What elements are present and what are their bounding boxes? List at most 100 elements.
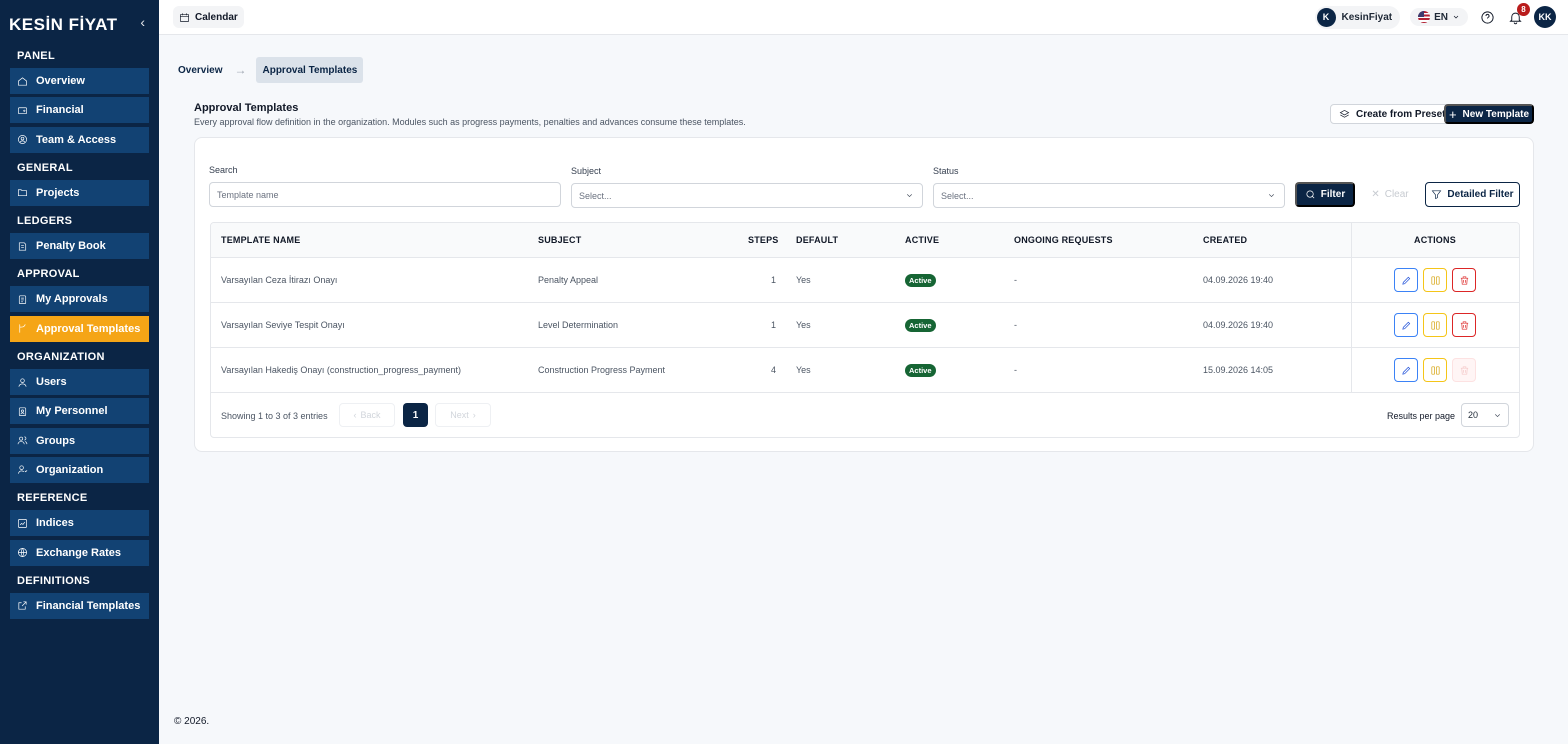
trash-icon xyxy=(1460,365,1468,375)
brand-logo[interactable]: KESİN FİYAT xyxy=(9,15,117,35)
subject-label: Subject xyxy=(571,166,602,176)
subject-select[interactable]: Select... xyxy=(571,183,923,208)
column-created[interactable]: CREATED xyxy=(1203,235,1247,245)
notifications-button[interactable]: 8 xyxy=(1506,3,1530,26)
notification-badge: 8 xyxy=(1517,3,1530,16)
sidebar-item-label: Overview xyxy=(36,75,85,87)
breadcrumb-overview-link[interactable]: Overview xyxy=(178,65,222,76)
organization-switcher[interactable]: K KesinFiyat xyxy=(1314,5,1401,29)
column-ongoing-requests[interactable]: ONGOING REQUESTS xyxy=(1014,235,1113,245)
table-row[interactable]: Varsayılan Ceza İtirazı Onayı Penalty App… xyxy=(211,258,1519,303)
column-default[interactable]: DEFAULT xyxy=(796,235,838,245)
chevron-right-icon: › xyxy=(472,410,476,420)
help-button[interactable] xyxy=(1478,8,1496,26)
sidebar-item-my-approvals[interactable]: My Approvals xyxy=(10,286,149,313)
edit-button[interactable] xyxy=(1394,358,1418,382)
steps-button[interactable] xyxy=(1423,358,1447,382)
sidebar-item-label: Financial Templates xyxy=(36,599,141,612)
calendar-button[interactable]: Calendar xyxy=(173,6,244,28)
filter-label: Filter xyxy=(1320,189,1346,200)
sidebar-item-label: Penalty Book xyxy=(36,240,106,253)
sidebar-item-approval-templates[interactable]: Approval Templates xyxy=(10,315,149,342)
columns-icon xyxy=(1430,275,1440,285)
detailed-filter-button[interactable]: Detailed Filter xyxy=(1425,182,1520,207)
active-status-badge: Active xyxy=(905,274,936,287)
page-description: Every approval flow definition in the or… xyxy=(194,117,746,127)
cell-default: Yes xyxy=(796,365,811,375)
filter-button[interactable]: Filter xyxy=(1295,182,1355,207)
column-template-name[interactable]: TEMPLATE NAME xyxy=(221,235,300,245)
user-circle-icon xyxy=(17,134,28,145)
sidebar-item-projects[interactable]: Projects xyxy=(10,179,149,206)
results-per-page-label: Results per page xyxy=(1387,411,1456,421)
sidebar-item-overview[interactable]: Overview xyxy=(10,68,149,94)
sidebar-item-label: Exchange Rates xyxy=(36,546,121,559)
sidebar-item-my-personnel[interactable]: My Personnel xyxy=(10,398,149,425)
trash-icon xyxy=(1460,320,1468,330)
sidebar-header: KESİN FİYAT ‹ xyxy=(0,0,159,44)
table-row[interactable]: Varsayılan Seviye Tespit Onayı Level Dete… xyxy=(211,303,1519,348)
funnel-icon xyxy=(1432,190,1442,200)
org-avatar: K xyxy=(1316,7,1336,27)
clear-button[interactable]: ✕ Clear xyxy=(1360,182,1420,207)
delete-button[interactable] xyxy=(1452,313,1476,337)
arrow-right-icon: → xyxy=(234,63,247,77)
clear-label: Clear xyxy=(1384,189,1409,200)
sidebar-item-financial[interactable]: Financial xyxy=(10,97,149,124)
column-actions: ACTIONS xyxy=(1414,235,1456,245)
columns-icon xyxy=(1430,320,1440,330)
page-title: Approval Templates xyxy=(194,102,299,114)
sidebar-item-indices[interactable]: Indices xyxy=(10,510,149,537)
active-status-badge: Active xyxy=(905,319,936,332)
new-template-button[interactable]: + New Template xyxy=(1444,104,1534,124)
edit-button[interactable] xyxy=(1394,268,1418,292)
steps-button[interactable] xyxy=(1423,313,1447,337)
sidebar-item-groups[interactable]: Groups xyxy=(10,427,149,454)
user-avatar[interactable]: KK xyxy=(1534,6,1556,28)
sidebar-item-penalty-book[interactable]: Penalty Book xyxy=(10,233,149,260)
column-active[interactable]: ACTIVE xyxy=(905,235,939,245)
table-footer: Showing 1 to 3 of 3 entries ‹ Back 1 Nex… xyxy=(211,393,1519,437)
sidebar-item-users[interactable]: Users xyxy=(10,369,149,396)
column-subject[interactable]: SUBJECT xyxy=(538,235,581,245)
breadcrumb-current: Approval Templates xyxy=(256,57,364,83)
git-branch-icon xyxy=(17,323,28,334)
table-header: TEMPLATE NAME SUBJECT STEPS DEFAULT ACTI… xyxy=(211,223,1519,258)
status-select[interactable]: Select... xyxy=(933,183,1285,208)
section-title-general: GENERAL xyxy=(17,161,73,174)
sidebar-nav: PANEL Overview Financial Team & Access GENER… xyxy=(0,44,159,619)
results-per-page-value: 20 xyxy=(1468,410,1479,420)
wallet-icon xyxy=(17,105,28,116)
sidebar-item-financial-templates[interactable]: Financial Templates xyxy=(10,592,149,619)
sidebar-item-team-access[interactable]: Team & Access xyxy=(10,126,149,153)
search-input[interactable]: Template name xyxy=(209,182,561,207)
pagination-next-button[interactable]: Next › xyxy=(435,403,491,427)
calendar-label: Calendar xyxy=(195,11,238,23)
sidebar-item-organization[interactable]: Organization xyxy=(10,456,149,483)
steps-button[interactable] xyxy=(1423,268,1447,292)
results-per-page-select[interactable]: 20 xyxy=(1461,403,1509,427)
clipboard-icon xyxy=(17,294,28,305)
org-icon xyxy=(17,464,28,475)
templates-card: Search Template name Subject Select... S… xyxy=(194,137,1534,452)
column-steps[interactable]: STEPS xyxy=(748,235,779,245)
collapse-sidebar-icon[interactable]: ‹ xyxy=(140,14,145,30)
pagination-back-button[interactable]: ‹ Back xyxy=(339,403,395,427)
language-selector[interactable]: EN xyxy=(1410,8,1468,26)
sidebar-item-label: Financial xyxy=(36,104,84,117)
sidebar-item-label: Indices xyxy=(36,517,74,530)
sidebar-item-exchange-rates[interactable]: Exchange Rates xyxy=(10,539,149,566)
org-name: KesinFiyat xyxy=(1341,11,1393,23)
cell-subject: Level Determination xyxy=(538,320,619,330)
back-label: Back xyxy=(360,410,381,420)
pagination-page-1[interactable]: 1 xyxy=(403,403,428,427)
edit-button[interactable] xyxy=(1394,313,1418,337)
pencil-icon xyxy=(1401,366,1410,375)
delete-button[interactable] xyxy=(1452,268,1476,292)
chart-icon xyxy=(17,518,28,529)
sidebar-item-label: Organization xyxy=(36,463,104,476)
table-row[interactable]: Varsayılan Hakediş Onayı (construction_p… xyxy=(211,348,1519,393)
create-from-preset-button[interactable]: Create from Preset xyxy=(1330,104,1455,124)
chevron-down-icon xyxy=(1493,411,1502,422)
create-from-preset-label: Create from Preset xyxy=(1356,108,1446,120)
